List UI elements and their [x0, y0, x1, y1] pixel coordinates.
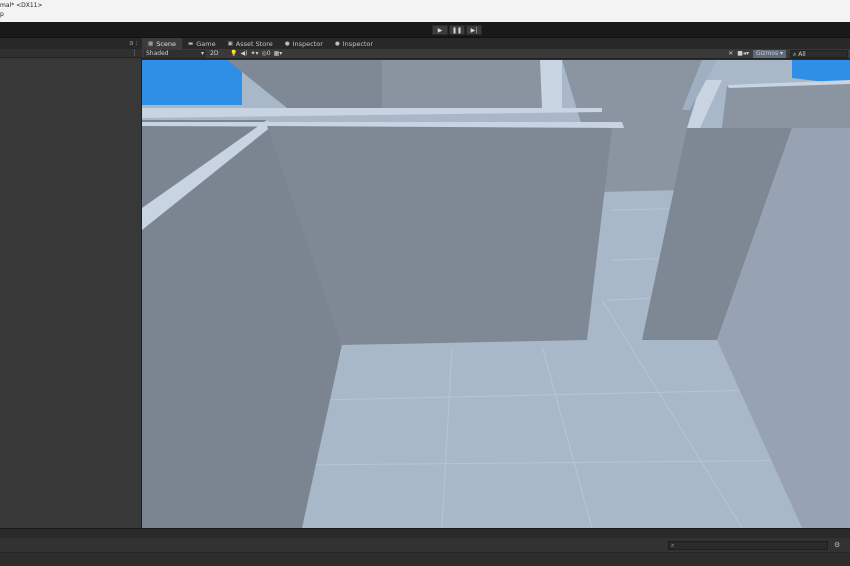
hidden-objects-icon[interactable]: ◎0 [262, 50, 271, 58]
dropdown-arrow-icon: ▾ [200, 50, 204, 57]
gamepad-icon: ▬ [188, 40, 194, 47]
pause-button[interactable]: ❚❚ [449, 25, 465, 35]
camera-icon[interactable]: ■◂▾ [737, 50, 749, 58]
hierarchy-panel: a : ⋮ [0, 38, 142, 528]
tab-scene[interactable]: ▦ Scene [142, 38, 183, 49]
info-icon: ● [284, 40, 290, 47]
scene-view-toolbar: Shaded ▾ 2D 💡 ◀) ✦▾ ◎0 ▦▾ ✕ ■◂▾ Gizmos ▾… [142, 49, 850, 59]
main-toolbar: ▶ ❚❚ ▶| [0, 22, 850, 38]
info-icon: ● [334, 40, 340, 47]
tab-label: Scene [156, 39, 177, 48]
console-panel: ⌕ ⚙ [0, 538, 850, 566]
os-title-bar: mal* <DX11> p [0, 0, 850, 22]
tab-game[interactable]: ▬ Game [182, 38, 222, 49]
effects-toggle-icon[interactable]: ✦▾ [250, 50, 258, 58]
gizmos-dropdown[interactable]: Gizmos ▾ [752, 50, 786, 58]
play-icon: ▶ [437, 26, 443, 34]
tab-inspector-2[interactable]: ● Inspector [329, 38, 379, 49]
store-icon: ▣ [227, 40, 233, 47]
search-icon: ⌕ [671, 542, 675, 549]
status-bar [0, 552, 850, 566]
scene-render [142, 60, 850, 528]
console-search-input[interactable]: ⌕ [668, 541, 828, 550]
tab-label: Inspector [342, 39, 374, 48]
step-icon: ▶| [470, 26, 478, 34]
tab-label: Asset Store [235, 39, 273, 48]
tab-label: Game [196, 39, 216, 48]
scene-tab-bar: ▦ Scene ▬ Game ▣ Asset Store ● Inspector… [142, 38, 850, 49]
hierarchy-tab-bar: a : [0, 38, 142, 49]
scene-view-options: 💡 ◀) ✦▾ ◎0 ▦▾ [230, 50, 282, 58]
post [540, 60, 562, 108]
gizmos-label: Gizmos [755, 50, 779, 57]
play-controls: ▶ ❚❚ ▶| [432, 25, 482, 35]
window-title: mal* <DX11> [0, 2, 43, 9]
shading-mode-dropdown[interactable]: Shaded ▾ [144, 50, 206, 58]
audio-toggle-icon[interactable]: ◀) [240, 50, 247, 58]
tab-label: Inspector [292, 39, 323, 48]
kebab-menu-icon[interactable]: ⋮ [131, 49, 138, 57]
scene-view-right-controls: ✕ ■◂▾ Gizmos ▾ ⌕ All [728, 50, 848, 58]
scene-search-input[interactable]: ⌕ All [790, 50, 848, 58]
2d-toggle-button[interactable]: 2D [210, 50, 218, 58]
play-button[interactable]: ▶ [432, 25, 448, 35]
back-wall-center [382, 60, 542, 108]
scene-viewport[interactable] [142, 60, 850, 528]
tools-icon[interactable]: ✕ [728, 50, 733, 58]
scene-search-placeholder: All [798, 51, 806, 58]
grid-toggle-icon[interactable]: ▦▾ [274, 50, 283, 58]
shading-mode-label: Shaded [146, 50, 169, 57]
bottom-tab-bar [0, 528, 850, 538]
tab-inspector[interactable]: ● Inspector [279, 38, 329, 49]
window-subtitle: p [0, 11, 4, 18]
console-settings-icon[interactable]: ⚙ [834, 541, 840, 549]
right-top-block [722, 82, 850, 128]
step-button[interactable]: ▶| [466, 25, 482, 35]
lighting-toggle-icon[interactable]: 💡 [230, 50, 237, 58]
hierarchy-search-bar[interactable]: ⋮ [0, 49, 142, 58]
grid-icon: ▦ [148, 40, 154, 47]
lock-icon[interactable]: a : [129, 39, 138, 47]
pause-icon: ❚❚ [451, 26, 463, 34]
sky-left [142, 60, 242, 105]
tab-asset-store[interactable]: ▣ Asset Store [222, 38, 279, 49]
